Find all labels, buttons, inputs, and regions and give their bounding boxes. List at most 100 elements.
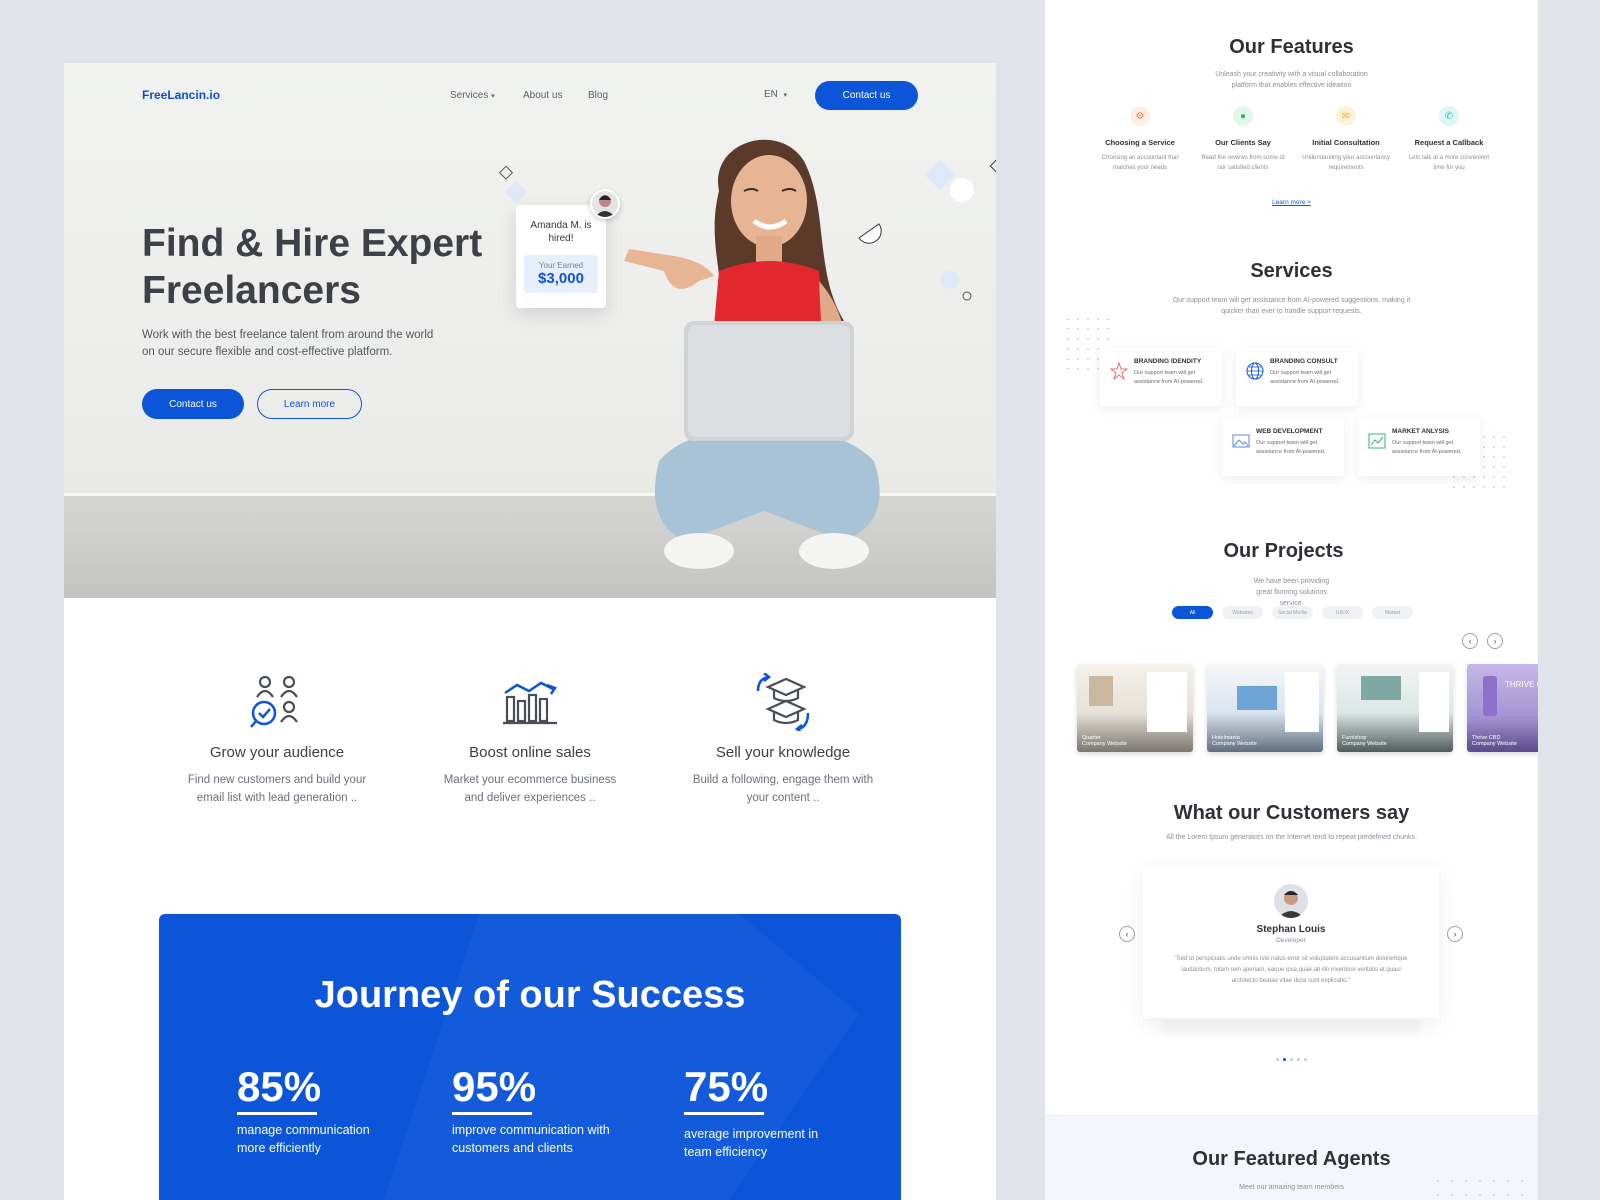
sales-chart-icon bbox=[503, 681, 557, 725]
nav-blog[interactable]: Blog bbox=[588, 90, 608, 101]
filter-chip-market[interactable]: Market bbox=[1372, 606, 1413, 619]
landing-page-left: FreeLancin.io Services ▾ About us Blog E… bbox=[64, 63, 996, 1200]
filter-chip-social[interactable]: Social Media bbox=[1272, 606, 1313, 619]
feature-desc: Market your ecommerce business and deliv… bbox=[443, 774, 617, 804]
nav-about[interactable]: About us bbox=[523, 90, 562, 101]
stat-label: improve communication with customers and… bbox=[452, 1123, 610, 1155]
earnings-label: Your Earned bbox=[538, 261, 584, 270]
services-heading: Services bbox=[1250, 260, 1333, 282]
project-caption: Thrive CBD Company Website bbox=[1472, 735, 1517, 747]
chevron-right-icon: › bbox=[1453, 929, 1457, 939]
right-feature-desc: Choosing an accountant that matches your… bbox=[1101, 155, 1179, 171]
service-title: BRANDING CONSULT bbox=[1270, 358, 1338, 365]
right-feature-item: ✆ Request a Callback Lets talk at a more… bbox=[1404, 106, 1494, 173]
service-card[interactable]: BRANDING IDENDITY Our support team will … bbox=[1100, 348, 1222, 406]
hero-subtitle: Work with the best freelance talent from… bbox=[142, 329, 434, 358]
stat-item: 85% manage communication more efficientl… bbox=[237, 1064, 387, 1157]
phone-icon: ✆ bbox=[1439, 106, 1459, 126]
user-icon: ● bbox=[1233, 106, 1253, 126]
dot-pattern bbox=[1437, 1180, 1523, 1196]
service-card[interactable]: WEB DEVELOPMENT Our support team will ge… bbox=[1222, 418, 1344, 476]
project-thumbnail bbox=[1237, 686, 1277, 710]
service-desc: Our support team will get assistance fro… bbox=[1392, 440, 1462, 455]
stat-item: 75% average improvement in team efficien… bbox=[684, 1064, 834, 1161]
service-title: MARKET ANLYSIS bbox=[1392, 428, 1449, 435]
project-card[interactable]: Hotelmania Company Website bbox=[1207, 664, 1323, 752]
feature-desc: Find new customers and build your email … bbox=[187, 774, 367, 804]
logo[interactable]: FreeLancin.io bbox=[142, 88, 220, 102]
project-thumbnail bbox=[1285, 672, 1319, 732]
stat-item: 95% improve communication with customers… bbox=[452, 1064, 612, 1157]
project-caption: Furnishop Company Website bbox=[1342, 735, 1387, 747]
landing-page-right: Our Features Unleash your creativity wit… bbox=[1045, 0, 1538, 1200]
right-feature-title: Request a Callback bbox=[1414, 138, 1484, 147]
carousel-dots[interactable] bbox=[1276, 1058, 1307, 1061]
projects-prev-button[interactable]: ‹ bbox=[1462, 633, 1478, 649]
right-feature-item: ● Our Clients Say Read the reviews from … bbox=[1198, 106, 1288, 173]
service-desc: Our support team will get assistance fro… bbox=[1270, 370, 1340, 385]
service-desc: Our support team will get assistance fro… bbox=[1256, 440, 1326, 455]
learn-more-link[interactable]: Learn more > bbox=[1045, 199, 1538, 206]
project-thumbnail bbox=[1361, 676, 1401, 700]
right-feature-desc: Lets talk at a more convenient time for … bbox=[1408, 155, 1490, 171]
avatar bbox=[1274, 884, 1308, 918]
right-feature-item: ⚙ Choosing a Service Choosing an account… bbox=[1095, 106, 1185, 173]
feature-title: Grow your audience bbox=[209, 744, 345, 761]
chevron-left-icon: ‹ bbox=[1125, 929, 1129, 939]
agents-heading: Our Featured Agents bbox=[1192, 1148, 1391, 1170]
language-select[interactable]: EN ▾ bbox=[764, 89, 787, 100]
services-subheading: Our support team will get assistance fro… bbox=[1172, 297, 1411, 315]
nav-services[interactable]: Services ▾ bbox=[450, 90, 495, 101]
projects-next-button[interactable]: › bbox=[1487, 633, 1503, 649]
hero-contact-button[interactable]: Contact us bbox=[142, 389, 244, 419]
testimonials-subheading: All the Lorem Ipsum generators on the In… bbox=[1166, 834, 1417, 841]
project-thumbnail bbox=[1147, 672, 1187, 732]
testimonial-role: Developer bbox=[1276, 937, 1306, 944]
nav-contact-button[interactable]: Contact us bbox=[815, 81, 918, 110]
project-thumbnail bbox=[1419, 672, 1449, 732]
service-title: WEB DEVELOPMENT bbox=[1256, 428, 1323, 435]
testimonial-quote: "Sed ut perspiciatis unde omnis iste nat… bbox=[1174, 956, 1408, 984]
stat-underline bbox=[684, 1112, 764, 1115]
right-feature-item: ✉ Initial Consultation Understanding you… bbox=[1301, 106, 1391, 173]
image-icon bbox=[1232, 434, 1250, 448]
right-feature-title: Choosing a Service bbox=[1105, 138, 1175, 147]
stat-value: 85% bbox=[237, 1063, 322, 1110]
product-bottle bbox=[1483, 676, 1497, 716]
stat-underline bbox=[237, 1112, 317, 1115]
project-card[interactable]: Furnishop Company Website bbox=[1337, 664, 1453, 752]
testimonial-prev-button[interactable]: ‹ bbox=[1119, 926, 1135, 942]
project-caption: Quarter Company Website bbox=[1082, 735, 1127, 747]
testimonial-card: Stephan Louis Developer "Sed ut perspici… bbox=[1143, 866, 1439, 1018]
projects-subheading: We have been providing great flooring so… bbox=[1253, 578, 1330, 607]
chevron-right-icon: › bbox=[1493, 636, 1497, 646]
globe-icon bbox=[1246, 362, 1264, 380]
service-card[interactable]: MARKET ANLYSIS Our support team will get… bbox=[1358, 418, 1480, 476]
hero-learn-more-button[interactable]: Learn more bbox=[257, 389, 362, 419]
hero-title: Find & Hire Expert Freelancers bbox=[142, 222, 483, 312]
feature-boost-sales: Boost online sales Market your ecommerce… bbox=[430, 673, 630, 807]
service-card[interactable]: BRANDING CONSULT Our support team will g… bbox=[1236, 348, 1358, 406]
feature-sell-knowledge: Sell your knowledge Build a following, e… bbox=[683, 672, 883, 807]
right-feature-desc: Read the reviews from some of our satisf… bbox=[1201, 155, 1285, 171]
project-card[interactable]: Quarter Company Website bbox=[1077, 664, 1193, 752]
right-feature-desc: Understanding your accountancy requireme… bbox=[1302, 155, 1390, 171]
features-heading: Our Features bbox=[1229, 36, 1354, 58]
filter-chip-websites[interactable]: Websites bbox=[1222, 606, 1263, 619]
filter-chip-all[interactable]: All bbox=[1172, 606, 1213, 619]
testimonial-next-button[interactable]: › bbox=[1447, 926, 1463, 942]
feature-desc: Build a following, engage them with your… bbox=[692, 774, 874, 804]
testimonials-heading: What our Customers say bbox=[1173, 802, 1410, 824]
stat-underline bbox=[452, 1112, 532, 1115]
success-section: Journey of our Success 85% manage commun… bbox=[159, 914, 901, 1200]
project-card[interactable]: THRIVE CBD OIL Thrive CBDCompany Website bbox=[1467, 664, 1538, 752]
chevron-down-icon: ▾ bbox=[491, 93, 495, 100]
hero-section: FreeLancin.io Services ▾ About us Blog E… bbox=[64, 63, 996, 598]
avatar bbox=[590, 189, 620, 219]
star-icon bbox=[1110, 362, 1128, 380]
earnings-box: Your Earned $3,000 bbox=[524, 255, 598, 293]
graduation-cap-icon bbox=[756, 672, 810, 734]
filter-chip-uiux[interactable]: UI/UX bbox=[1322, 606, 1363, 619]
freelancer-photo bbox=[624, 139, 880, 569]
testimonial-stack bbox=[1163, 1020, 1419, 1030]
